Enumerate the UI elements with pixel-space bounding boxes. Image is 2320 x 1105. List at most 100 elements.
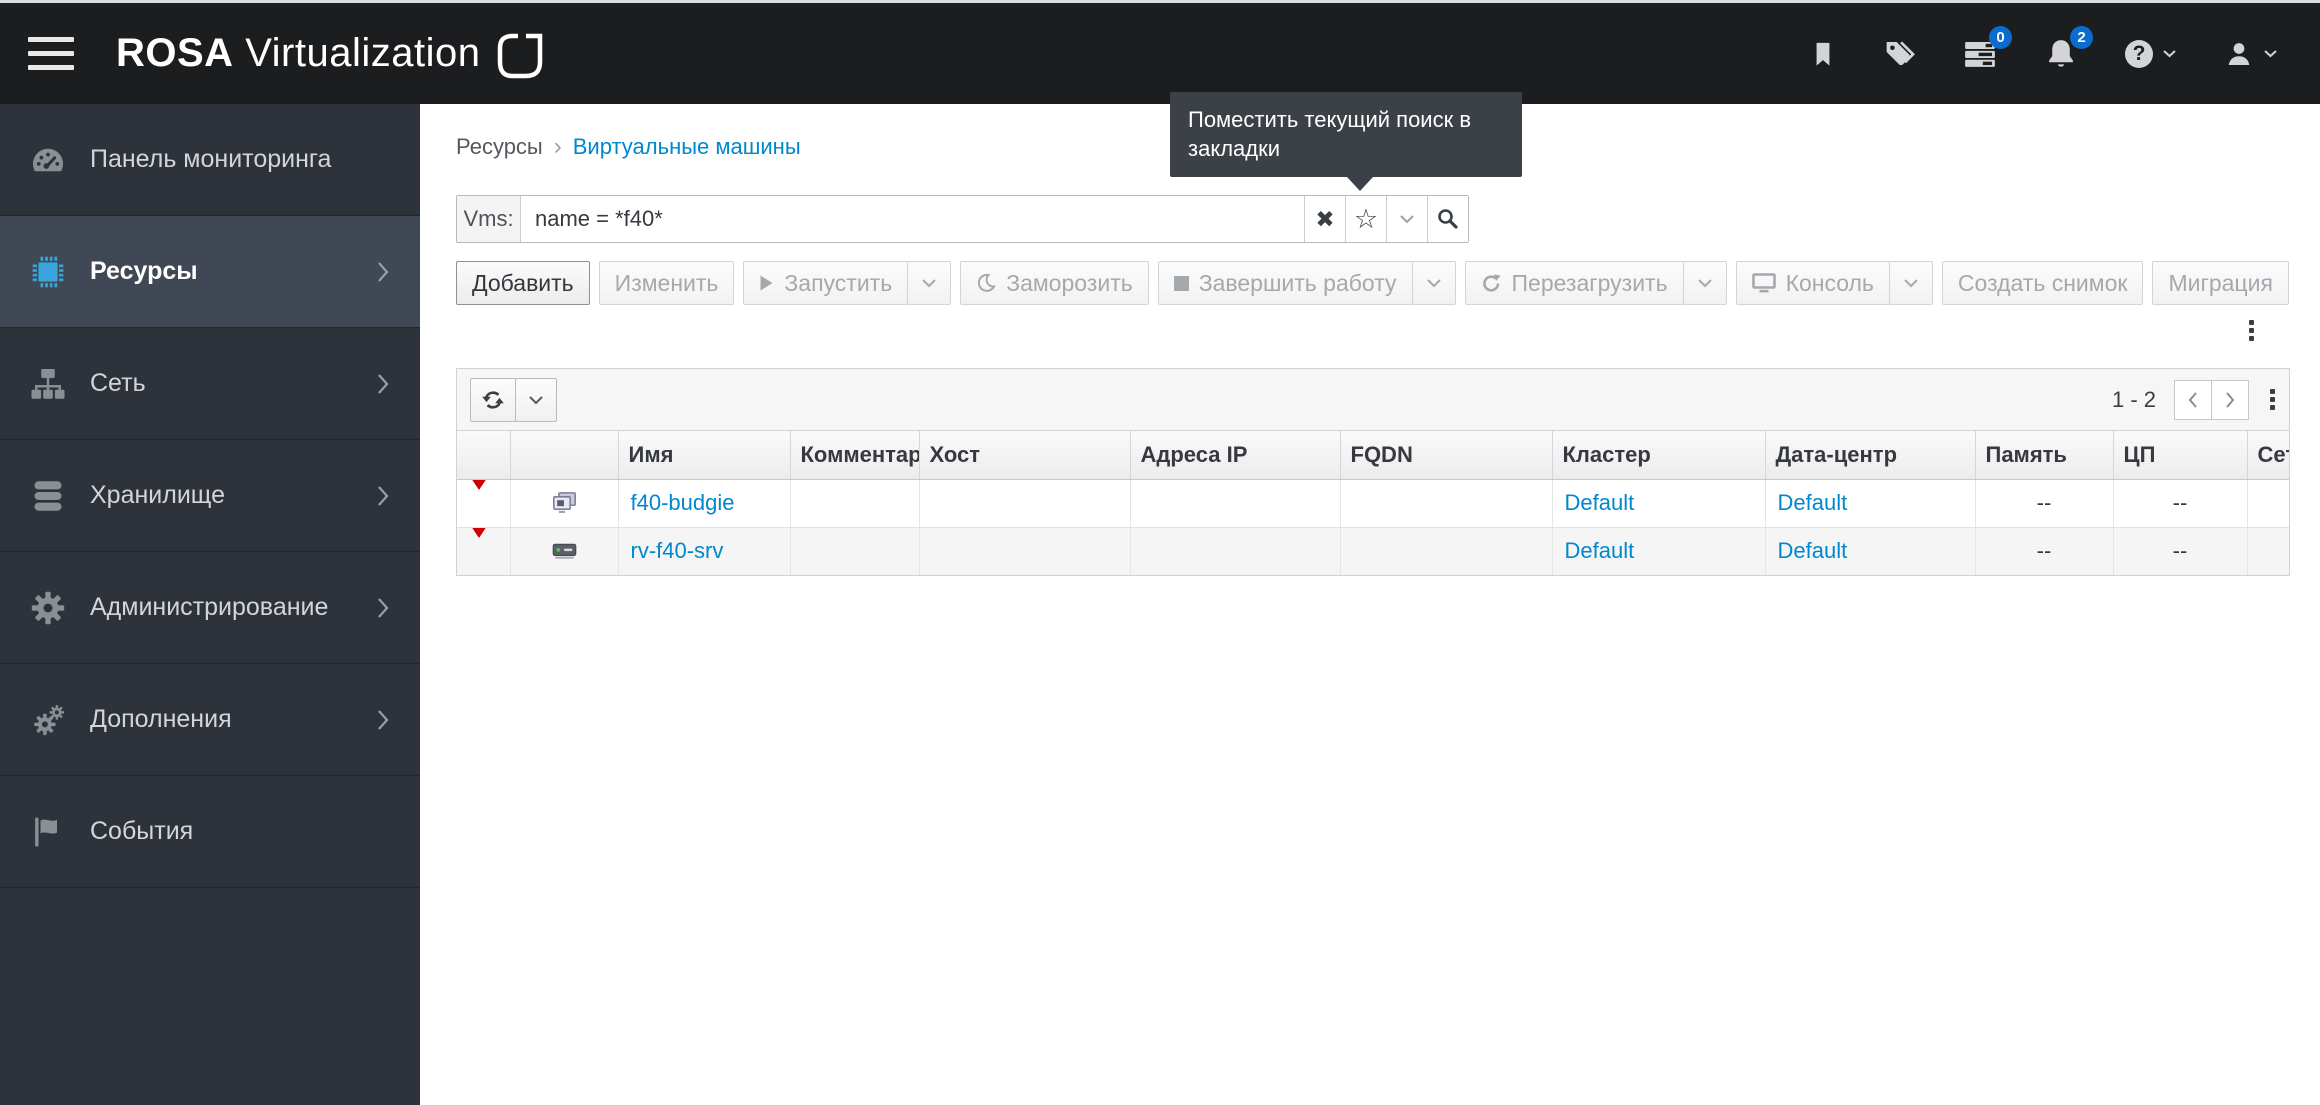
help-menu-button[interactable]: ? — [2125, 39, 2177, 68]
breadcrumb-parent: Ресурсы — [456, 134, 543, 159]
kebab-menu-icon[interactable] — [2248, 319, 2255, 343]
vm-table-wrap: Имя Комментарий Хост Адреса IP FQDN Клас… — [457, 431, 2289, 576]
sidebar-item-dashboard[interactable]: Панель мониторинга — [0, 104, 420, 216]
star-icon: ☆ — [1353, 203, 1379, 234]
vm-name-link[interactable]: f40-budgie — [631, 490, 735, 515]
column-memory[interactable]: Память — [1975, 431, 2114, 480]
host-cell — [919, 527, 1131, 576]
sidebar-nav: Панель мониторинга Ресурсы Сеть Хранилищ… — [0, 104, 420, 1105]
cpu-cell: -- — [2113, 479, 2248, 528]
edit-vm-button[interactable]: Изменить — [598, 261, 735, 305]
grid-kebab-menu-icon[interactable] — [2269, 388, 2276, 411]
gears-icon — [28, 702, 68, 738]
column-network[interactable]: Сеть — [2247, 431, 2289, 480]
chevron-down-icon — [1904, 279, 1918, 288]
chevron-right-icon — [376, 260, 390, 284]
bookmark-search-button[interactable]: ☆ — [1345, 196, 1386, 242]
chevron-left-icon — [2188, 391, 2197, 408]
vm-actions-toolbar: Добавить Изменить Запустить Заморозить З… — [456, 261, 2290, 305]
table-header-row: Имя Комментарий Хост Адреса IP FQDN Клас… — [457, 431, 2289, 480]
reboot-vm-dropdown[interactable] — [1682, 261, 1727, 305]
refresh-icon — [482, 390, 504, 409]
vm-row[interactable]: f40-budgie Default Default -- -- — [457, 479, 2289, 528]
sidebar-item-label: Хранилище — [90, 481, 225, 509]
chevron-down-icon — [1400, 215, 1414, 224]
column-ip[interactable]: Адреса IP — [1130, 431, 1341, 480]
sidebar-item-compute[interactable]: Ресурсы — [0, 216, 420, 328]
refresh-button[interactable] — [470, 377, 516, 422]
snapshot-button[interactable]: Создать снимок — [1941, 261, 2144, 305]
run-button-group: Запустить — [743, 261, 952, 305]
status-cell — [457, 479, 511, 528]
desktop-vm-icon — [523, 491, 606, 515]
chevron-down-icon — [529, 395, 543, 404]
chevron-down-icon — [922, 279, 936, 288]
search-button[interactable] — [1427, 196, 1468, 242]
name-cell: rv-f40-srv — [618, 527, 791, 576]
migrate-button[interactable]: Миграция — [2152, 261, 2289, 305]
cluster-cell: Default — [1552, 479, 1766, 528]
vm-row[interactable]: rv-f40-srv Default Default -- -- — [457, 527, 2289, 576]
name-cell: f40-budgie — [618, 479, 791, 528]
sidebar-item-events[interactable]: События — [0, 776, 420, 888]
saved-searches-dropdown[interactable] — [1386, 196, 1427, 242]
column-datacenter[interactable]: Дата-центр — [1765, 431, 1976, 480]
reboot-button-group: Перезагрузить — [1464, 261, 1727, 305]
gauge-icon — [28, 142, 68, 178]
question-icon: ? — [2125, 39, 2153, 68]
sidebar-item-storage[interactable]: Хранилище — [0, 440, 420, 552]
play-icon — [760, 275, 773, 291]
column-comment[interactable]: Комментарий — [790, 431, 920, 480]
cpu-cell: -- — [2113, 527, 2248, 576]
column-cpu[interactable]: ЦП — [2113, 431, 2248, 480]
suspend-vm-button[interactable]: Заморозить — [960, 261, 1149, 305]
run-vm-button[interactable]: Запустить — [743, 261, 909, 305]
shutdown-vm-button[interactable]: Завершить работу — [1157, 261, 1413, 305]
clear-search-button[interactable]: ✖ — [1304, 196, 1345, 242]
cluster-link[interactable]: Default — [1565, 490, 1635, 515]
column-host[interactable]: Хост — [919, 431, 1131, 480]
notifications-button[interactable]: 2 — [2044, 25, 2093, 71]
cluster-link[interactable]: Default — [1565, 538, 1635, 563]
search-row: Vms: ✖ ☆ — [456, 195, 2290, 243]
tags-button[interactable] — [1884, 38, 1916, 70]
chevron-right-icon — [376, 372, 390, 396]
user-menu-button[interactable] — [2224, 39, 2278, 69]
tasks-badge: 0 — [1989, 25, 2012, 49]
brand: ROSA Virtualization — [116, 28, 544, 80]
sidebar-item-network[interactable]: Сеть — [0, 328, 420, 440]
column-cluster[interactable]: Кластер — [1552, 431, 1766, 480]
next-page-button[interactable] — [2211, 379, 2249, 420]
refresh-rate-dropdown[interactable] — [515, 377, 557, 422]
reboot-vm-button[interactable]: Перезагрузить — [1464, 261, 1684, 305]
datacenter-link[interactable]: Default — [1778, 490, 1848, 515]
add-vm-button[interactable]: Добавить — [456, 261, 590, 305]
run-vm-dropdown[interactable] — [907, 261, 952, 305]
topbar: ROSA Virtualization 0 2 ? — [0, 3, 2320, 104]
column-name[interactable]: Имя — [618, 431, 791, 480]
tasks-button[interactable]: 0 — [1963, 25, 2012, 71]
type-cell — [510, 527, 619, 576]
breadcrumb-current[interactable]: Виртуальные машины — [573, 134, 801, 160]
datacenter-link[interactable]: Default — [1778, 538, 1848, 563]
search-input[interactable] — [521, 196, 1304, 242]
column-fqdn[interactable]: FQDN — [1340, 431, 1553, 480]
ip-cell — [1130, 527, 1341, 576]
user-icon — [2228, 42, 2250, 65]
hamburger-menu-button[interactable] — [26, 31, 76, 76]
bookmarks-button[interactable] — [1809, 39, 1837, 69]
pagination: 1 - 2 — [2112, 379, 2276, 420]
moon-icon — [978, 273, 996, 292]
clear-icon: ✖ — [1315, 205, 1335, 232]
prev-page-button[interactable] — [2174, 379, 2212, 420]
console-dropdown[interactable] — [1888, 261, 1933, 305]
sidebar-item-administration[interactable]: Администрирование — [0, 552, 420, 664]
chevron-right-icon — [376, 484, 390, 508]
chevron-right-icon — [376, 596, 390, 620]
brand-title: ROSA Virtualization — [116, 31, 481, 75]
actions-overflow-row — [456, 319, 2290, 343]
sidebar-item-addons[interactable]: Дополнения — [0, 664, 420, 776]
shutdown-vm-dropdown[interactable] — [1411, 261, 1456, 305]
console-button[interactable]: Консоль — [1735, 261, 1890, 305]
vm-name-link[interactable]: rv-f40-srv — [631, 538, 724, 563]
